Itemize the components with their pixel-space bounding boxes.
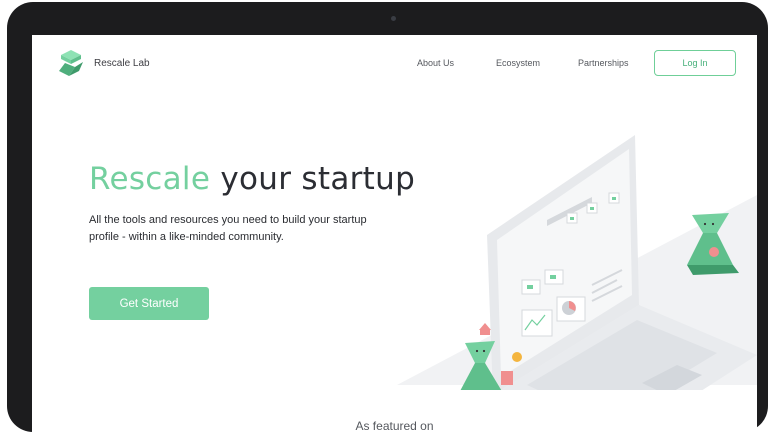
login-button[interactable]: Log In [654, 50, 736, 76]
laptop-device-frame: Rescale Lab About Us Ecosystem Partnersh… [7, 2, 768, 435]
featured-on-label: As featured on [355, 419, 434, 433]
browser-screen: Rescale Lab About Us Ecosystem Partnersh… [32, 35, 757, 435]
nav-link-partnerships[interactable]: Partnerships [578, 58, 629, 68]
nav-link-about-us[interactable]: About Us [417, 58, 454, 68]
get-started-button[interactable]: Get Started [89, 287, 209, 320]
brand[interactable]: Rescale Lab [59, 50, 150, 76]
hero-subtitle: All the tools and resources you need to … [89, 214, 367, 243]
hero-illustration [397, 135, 757, 390]
stacked-cubes-logo-icon [59, 50, 83, 76]
hero-headline: Rescale your startup [89, 161, 415, 197]
headline-accent: Rescale [89, 161, 211, 197]
camera-dot [391, 16, 396, 21]
nav-link-ecosystem[interactable]: Ecosystem [496, 58, 540, 68]
brand-name: Rescale Lab [94, 57, 150, 69]
headline-rest: your startup [210, 161, 416, 197]
